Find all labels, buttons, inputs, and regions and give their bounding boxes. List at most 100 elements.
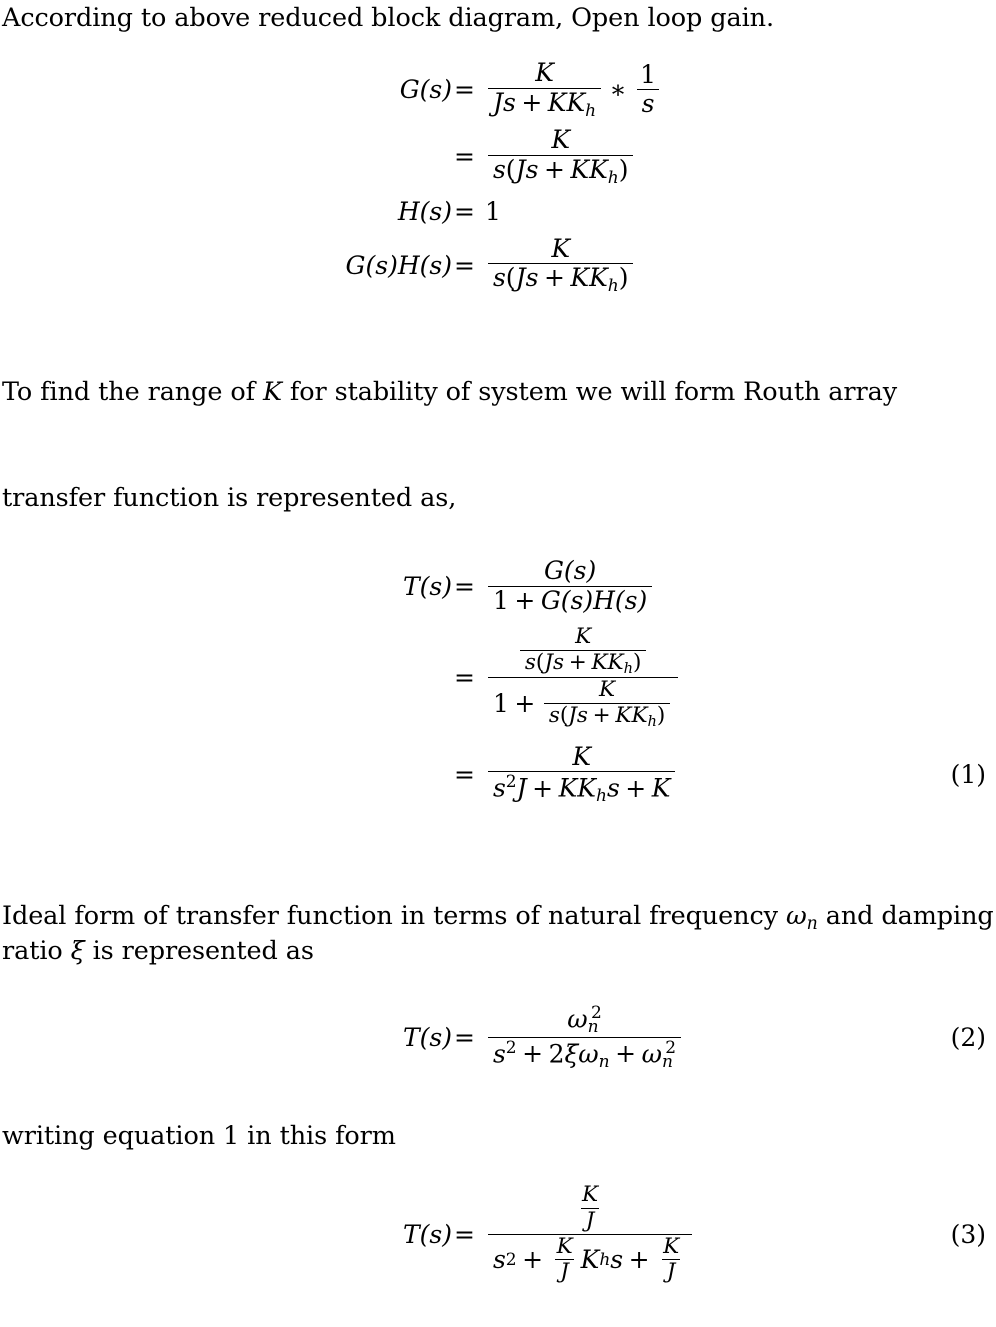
writing-text: writing equation 1 in this form: [2, 1121, 396, 1151]
plus-operator: +: [514, 689, 536, 719]
numerator-K: K: [551, 233, 571, 263]
s-exponent: 2: [505, 1249, 517, 1270]
denominator-s-Js-plus-KKh: s(Js + KKh): [519, 649, 647, 677]
equals-sign: =: [454, 196, 475, 226]
numerator-omega-n-squared: ωn2: [567, 1003, 602, 1038]
intro-text: According to above reduced block diagram…: [2, 3, 774, 33]
ideal-text-part1: Ideal form of transfer function in terms…: [2, 901, 786, 931]
fraction-K-over-characteristic-poly: K s2J + KKhs + K: [487, 741, 676, 806]
equation-rhs-gshs: K s(Js + KKh): [485, 233, 637, 295]
fraction-omega-n-squared-over-standard-poly: ωn2 s2 +2ξωn + ωn2: [487, 1003, 682, 1071]
lhs-label-hs: H(s): [397, 196, 452, 226]
equation-lhs-ts: T(s): [0, 1220, 452, 1249]
equation-rhs-ts: G(s) 1 + G(s)H(s): [485, 556, 655, 615]
transfer-text: transfer function is represented as,: [2, 483, 457, 513]
numerator-one: 1: [640, 59, 657, 89]
equals-sign: =: [454, 571, 475, 601]
equation-rhs-hs: 1: [485, 197, 501, 226]
fraction-Gs-over-one-plus-GsHs: G(s) 1 + G(s)H(s): [487, 556, 653, 615]
equation-row-normalized: T(s) = K J s 2 + K J K h s + K J (3): [0, 1182, 996, 1285]
value-one: 1: [484, 196, 501, 226]
lhs-label-gs: G(s): [399, 75, 452, 105]
equation-row-ts: T(s) = G(s) 1 + G(s)H(s): [0, 556, 996, 615]
equation-lhs-hs: H(s): [0, 197, 452, 226]
plus-operator: +: [628, 1244, 650, 1274]
equation-number-1: (1): [950, 760, 986, 790]
Kh-subscript: h: [599, 1249, 611, 1270]
numerator-K: K: [572, 741, 592, 771]
equation-rhs-ideal: ωn2 s2 +2ξωn + ωn2: [485, 1004, 684, 1071]
denominator-s-Js-plus-KKh: s(Js + KKh): [487, 263, 634, 295]
equation-block-ideal-second-order: T(s) = ωn2 s2 +2ξωn + ωn2 (2): [0, 1002, 996, 1073]
fraction-K-over-s-Js-plus-KKh: K s(Js + KKh): [487, 233, 634, 295]
paragraph-ideal-form: Ideal form of transfer function in terms…: [0, 900, 996, 969]
equation-row-hs: H(s) = 1: [0, 197, 996, 226]
equation-number-3: (3): [950, 1219, 986, 1249]
routh-text-part2: for stability of system we will form Rou…: [281, 377, 897, 407]
fraction-K-over-s-Js-plus-KKh-lower: K s(Js + KKh): [543, 677, 671, 730]
paragraph-transfer-function: transfer function is represented as,: [0, 482, 996, 515]
equation-row-gshs: G(s)H(s) = K s(Js + KKh): [0, 233, 996, 295]
paragraph-writing-equation: writing equation 1 in this form: [0, 1120, 996, 1153]
outer-numerator: K s(Js + KKh): [512, 624, 655, 677]
equation-lhs-ts: T(s): [0, 1023, 452, 1052]
fraction-K-over-s-Js-plus-KKh-upper: K s(Js + KKh): [519, 624, 647, 677]
equation-row-ts-nested: = K s(Js + KKh) 1 + K s(Js + KKh): [0, 624, 996, 730]
numerator-K: K: [535, 58, 554, 87]
equation-row-gs-simplified: = K s(Js + KKh): [0, 125, 996, 187]
numerator-K: K: [582, 1182, 599, 1207]
plus-operator: +: [522, 1244, 544, 1274]
denominator-Js-plus-KKh: Js + KKh: [487, 87, 602, 120]
fraction-K-over-Js-plus-KKh: K Js + KKh: [487, 58, 602, 120]
paragraph-routh: To find the range of K for stability of …: [0, 376, 996, 409]
fraction-K-over-J-second: K J: [658, 1233, 684, 1285]
equation-row-ideal: T(s) = ωn2 s2 +2ξωn + ωn2 (2): [0, 1004, 996, 1071]
equation-lhs-gs: G(s): [0, 75, 452, 104]
equation-block-normalized: T(s) = K J s 2 + K J K h s + K J (3): [0, 1182, 996, 1286]
Kh-symbol: K: [580, 1244, 600, 1274]
fraction-nested-outer: K s(Js + KKh) 1 + K s(Js + KKh): [487, 624, 679, 730]
lhs-label-gshs: G(s)H(s): [345, 250, 452, 280]
equation-rhs-gs: K Js + KKh ∗ 1 s: [485, 58, 664, 120]
fraction-one-over-s: 1 s: [635, 59, 661, 118]
s-factor: s: [610, 1244, 624, 1274]
paragraph-intro: According to above reduced block diagram…: [0, 2, 996, 35]
symbol-omega: ω: [785, 901, 807, 931]
symbol-omega-subscript-n: n: [806, 913, 818, 934]
equation-rhs-normalized: K J s2 + K J Khs + K J: [485, 1182, 695, 1285]
fraction-K-over-J-first: K J: [552, 1233, 578, 1285]
denominator-s-Js-plus-KKh: s(Js + KKh): [487, 154, 634, 187]
equals-sign: =: [454, 75, 475, 105]
equals-sign: =: [454, 142, 475, 172]
multiplication-operator: ∗: [609, 75, 627, 105]
denominator-J: J: [661, 1259, 681, 1284]
equals-sign: =: [454, 250, 475, 280]
denominator-one-plus-GsHs: 1 + G(s)H(s): [487, 585, 653, 615]
equation-row-gs: G(s) = K Js + KKh ∗ 1 s: [0, 58, 996, 120]
numerator-Gs: G(s): [543, 556, 597, 585]
lhs-label-ts: T(s): [402, 1219, 452, 1249]
equation-block-open-loop-gain: G(s) = K Js + KKh ∗ 1 s = K s(Js + KKh) …: [0, 58, 996, 297]
equals-sign: =: [454, 760, 475, 790]
equation-block-closed-loop: T(s) = G(s) 1 + G(s)H(s) = K s(Js + KKh)…: [0, 556, 996, 807]
numerator-K: K: [599, 677, 616, 703]
equation-rhs-gs-simplified: K s(Js + KKh): [485, 125, 637, 187]
numerator-K: K: [575, 624, 592, 649]
numerator-K: K: [551, 125, 571, 155]
equals-sign: =: [454, 1219, 475, 1249]
document-page: According to above reduced block diagram…: [0, 0, 996, 1327]
fraction-K-over-J-numerator: K J: [577, 1182, 603, 1233]
lhs-label-ts: T(s): [402, 1023, 452, 1053]
fraction-K-over-s-Js-plus-KKh: K s(Js + KKh): [487, 125, 634, 187]
equation-lhs-gshs: G(s)H(s): [0, 251, 452, 280]
equation-number-2: (2): [950, 1023, 986, 1053]
symbol-xi: ξ: [70, 936, 85, 967]
denominator-J: J: [555, 1259, 574, 1284]
numerator-K: K: [556, 1233, 573, 1259]
one-term: 1: [492, 689, 509, 719]
numerator-K: K: [663, 1233, 680, 1259]
symbol-K: K: [262, 377, 282, 407]
equation-rhs-ts-final: K s2J + KKhs + K: [485, 741, 678, 806]
routh-text-part1: To find the range of: [2, 377, 263, 407]
denominator-s-Js-plus-KKh: s(Js + KKh): [543, 703, 671, 730]
